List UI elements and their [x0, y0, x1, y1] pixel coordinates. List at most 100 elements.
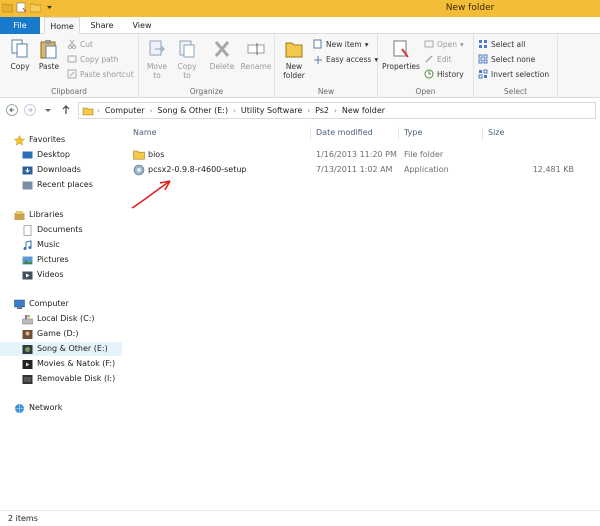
tab-view[interactable]: View	[124, 17, 160, 34]
select-none-button[interactable]: Select none	[478, 54, 535, 64]
properties-icon	[393, 40, 409, 58]
copy-to-label: Copy to	[177, 62, 197, 80]
history-icon	[424, 69, 434, 79]
paste-shortcut-button[interactable]: Paste shortcut	[67, 69, 134, 79]
breadcrumb-separator-icon: ›	[307, 106, 311, 115]
nav-item-removable-disk-i[interactable]: Removable Disk (I:)	[22, 372, 115, 386]
breadcrumb-item[interactable]: New folder	[342, 106, 385, 115]
move-to-label: Move to	[146, 62, 168, 80]
history-label: History	[437, 69, 464, 79]
column-header-size[interactable]: Size	[488, 128, 504, 137]
new-folder-icon	[285, 42, 303, 58]
table-row[interactable]: bios 1/16/2013 11:20 PM File folder	[130, 148, 600, 162]
new-item-dropdown-icon: ▾	[364, 39, 369, 49]
paste-icon	[40, 40, 57, 59]
rename-button[interactable]: Rename	[239, 38, 273, 71]
nav-item-pictures[interactable]: Pictures	[22, 253, 69, 267]
nav-item-desktop[interactable]: Desktop	[22, 148, 70, 162]
invert-selection-icon	[478, 69, 488, 79]
address-bar[interactable]: › Computer › Song & Other (E:) › Utility…	[78, 102, 596, 119]
invert-selection-button[interactable]: Invert selection	[478, 69, 549, 79]
breadcrumb: › Computer › Song & Other (E:) › Utility…	[97, 106, 385, 115]
column-header-name[interactable]: Name	[133, 128, 157, 137]
nav-item-label: Videos	[37, 270, 64, 279]
properties-label: Properties	[382, 62, 420, 71]
column-header-date-modified[interactable]: Date modified	[316, 128, 373, 137]
nav-favorites[interactable]: Favorites	[14, 133, 65, 147]
edit-button[interactable]: Edit	[424, 54, 452, 64]
nav-libraries[interactable]: Libraries	[14, 208, 64, 222]
select-all-button[interactable]: Select all	[478, 39, 525, 49]
libraries-icon	[14, 210, 25, 220]
move-to-button[interactable]: Move to	[143, 38, 171, 80]
nav-item-music[interactable]: Music	[22, 238, 60, 252]
nav-network[interactable]: Network	[14, 401, 62, 415]
folder-icon	[82, 107, 94, 116]
column-header-type[interactable]: Type	[404, 128, 422, 137]
nav-item-movies-natok-f[interactable]: Movies & Natok (F:)	[22, 357, 115, 371]
windows-drive-icon	[22, 314, 33, 324]
new-item-icon	[313, 39, 322, 49]
paste-label: Paste	[38, 62, 60, 71]
copy-path-button[interactable]: Copy path	[67, 54, 118, 64]
delete-button[interactable]: Delete	[207, 38, 237, 71]
column-divider[interactable]	[398, 127, 399, 140]
history-button[interactable]: History	[424, 69, 464, 79]
copy-to-button[interactable]: Copy to	[173, 38, 201, 80]
breadcrumb-separator-icon: ›	[233, 106, 236, 115]
breadcrumb-item[interactable]: Song & Other (E:)	[157, 106, 228, 115]
new-folder-button[interactable]: New folder	[279, 38, 309, 80]
new-group: New folder New item ▾ Easy access ▾ New	[275, 34, 378, 98]
easy-access-button[interactable]: Easy access ▾	[313, 54, 378, 64]
cut-button[interactable]: Cut	[67, 39, 93, 49]
table-row[interactable]: pcsx2-0.9.8-r4600-setup 7/13/2011 1:02 A…	[130, 163, 600, 177]
copy-path-label: Copy path	[80, 54, 119, 64]
column-divider[interactable]	[310, 127, 311, 140]
back-icon[interactable]	[6, 104, 18, 116]
navigation-pane: Favorites Desktop Downloads Recent place…	[0, 125, 122, 510]
nav-item-label: Documents	[37, 225, 83, 234]
status-bar: 2 items	[0, 510, 600, 526]
select-none-label: Select none	[491, 54, 536, 64]
properties-button[interactable]: Properties	[382, 38, 420, 71]
nav-item-label: Movies & Natok (F:)	[37, 359, 116, 368]
file-name: pcsx2-0.9.8-r4600-setup	[148, 165, 247, 174]
forward-icon[interactable]	[24, 104, 36, 116]
tab-home[interactable]: Home	[44, 17, 80, 34]
up-arrow-icon[interactable]	[60, 104, 72, 116]
copy-path-icon	[67, 55, 77, 63]
recent-dropdown-icon[interactable]	[42, 104, 54, 116]
nav-computer[interactable]: Computer	[14, 297, 69, 311]
nav-item-recent-places[interactable]: Recent places	[22, 178, 93, 192]
cut-label: Cut	[80, 39, 93, 49]
new-item-button[interactable]: New item ▾	[313, 39, 368, 49]
breadcrumb-item[interactable]: Computer	[105, 106, 145, 115]
nav-item-documents[interactable]: Documents	[22, 223, 83, 237]
application-icon	[133, 164, 145, 176]
annotation-arrow-icon	[131, 180, 171, 209]
clipboard-group: Copy Paste Cut Copy path Paste shortcut …	[0, 34, 139, 98]
nav-item-game-d[interactable]: Game (D:)	[22, 327, 78, 341]
column-divider[interactable]	[482, 127, 483, 140]
paste-button[interactable]: Paste	[36, 38, 62, 71]
file-date: 1/16/2013 11:20 PM	[316, 150, 397, 159]
tab-share[interactable]: Share	[84, 17, 120, 34]
nav-favorites-label: Favorites	[29, 135, 66, 144]
nav-item-label: Local Disk (C:)	[37, 314, 95, 323]
open-label: Open	[437, 39, 458, 49]
breadcrumb-separator-icon: ›	[149, 106, 153, 115]
nav-item-downloads[interactable]: Downloads	[22, 163, 81, 177]
nav-item-local-disk-c[interactable]: Local Disk (C:)	[22, 312, 95, 326]
breadcrumb-item[interactable]: Ps2	[315, 106, 329, 115]
nav-item-label: Removable Disk (I:)	[37, 374, 116, 383]
nav-item-label: Recent places	[37, 180, 93, 189]
nav-item-videos[interactable]: Videos	[22, 268, 64, 282]
drive-icon	[22, 359, 33, 369]
copy-button[interactable]: Copy	[6, 38, 34, 71]
nav-item-song-other-e[interactable]: Song & Other (E:)	[0, 342, 122, 356]
address-bar-row: › Computer › Song & Other (E:) › Utility…	[0, 99, 600, 123]
breadcrumb-item[interactable]: Utility Software	[241, 106, 302, 115]
copy-to-icon	[179, 40, 195, 58]
tab-file[interactable]: File	[0, 17, 40, 34]
open-button[interactable]: Open ▾	[424, 39, 464, 49]
